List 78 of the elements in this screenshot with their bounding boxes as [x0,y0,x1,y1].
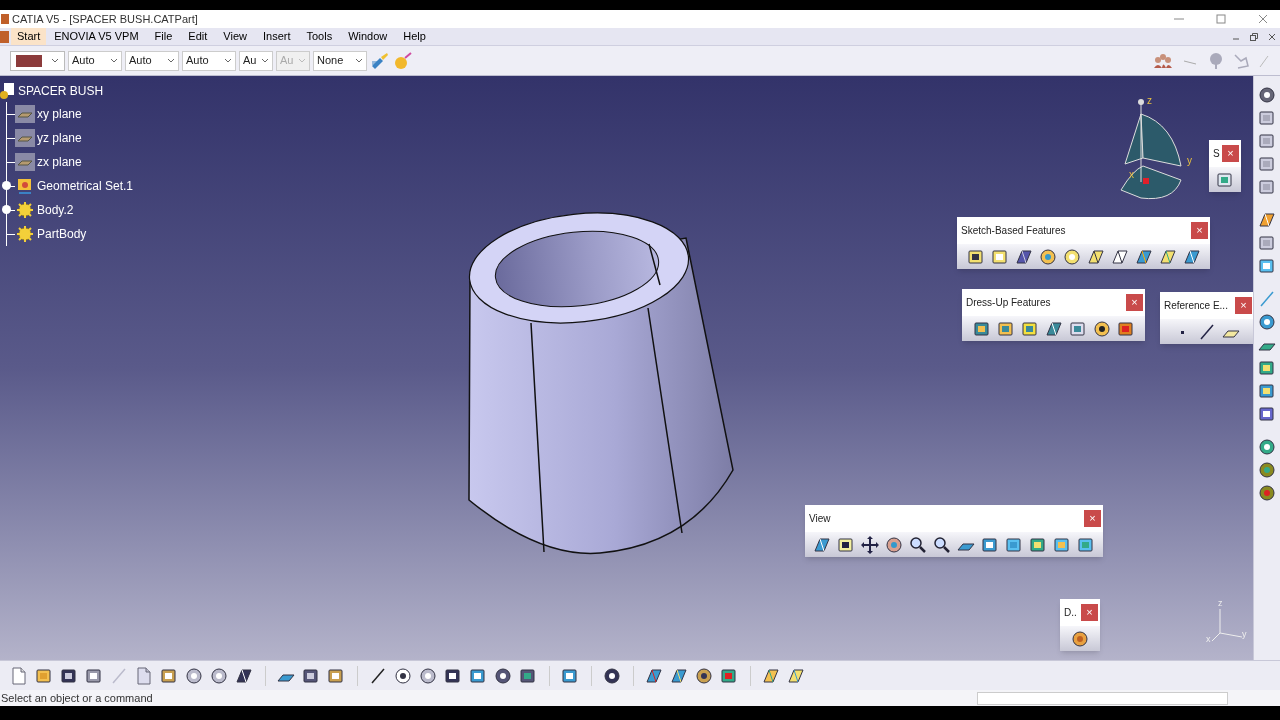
spacer-bush-model-drawing[interactable] [468,212,734,555]
toolbar-title: View [809,512,831,526]
color-dropdown[interactable] [10,50,65,71]
close-button[interactable]: × [1222,145,1239,162]
3d-viewport[interactable]: SPACER BUSH xy plane yz plane zx plane Geometrical Set.1 Body.2 PartBody z y x z y x S × Sketch-Based Features × Dress-Up Features × Reference E... × View × D.. × [0,76,1253,660]
color-swatch [16,54,43,67]
menu-item[interactable]: Window [340,28,396,45]
pan-icon[interactable] [861,535,879,554]
plane-icon [15,129,35,147]
expand-toggle[interactable] [2,205,11,214]
compass-drawing[interactable] [1120,99,1182,200]
toolbar-title: Sketch-Based Features [961,224,1066,238]
toolbar-title: Reference E... [1164,299,1228,313]
tree-node-label[interactable]: Geometrical Set.1 [37,177,134,195]
axis-triad-drawing [1211,608,1243,642]
axis-label: x [1206,635,1211,644]
window-title: CATIA V5 - [SPACER BUSH.CATPart] [12,11,198,27]
gear-icon [15,201,35,219]
dropdown[interactable]: None [313,50,367,71]
menu-item[interactable]: Start [11,28,47,45]
toolbar-title: S [1213,147,1220,161]
menu-item[interactable]: Help [395,28,434,45]
chevron-down-icon [51,58,59,63]
toolbar-title: Dress-Up Features [966,296,1051,310]
axis-label: z [1147,96,1152,106]
close-button[interactable]: × [1235,297,1252,314]
menu-item[interactable]: ENOVIA V5 VPM [46,28,147,45]
dropdown[interactable]: Au [239,50,273,71]
chevron-down-icon [298,58,306,63]
chevron-down-icon [167,58,175,63]
toolbar-title: D.. [1064,606,1077,620]
plane-icon [15,153,35,171]
zoom-in-icon[interactable] [909,535,927,554]
tree-node-label[interactable]: yz plane [37,129,82,147]
menu-item[interactable]: View [215,28,255,45]
close-button[interactable]: × [1081,604,1098,621]
app-logo-icon [1,14,9,24]
plane-icon [15,105,35,123]
gear-icon [15,225,35,243]
chevron-down-icon [261,58,269,63]
tree-node-label[interactable]: xy plane [37,105,82,123]
brush-icon[interactable] [370,51,390,70]
people-icon[interactable] [1152,51,1174,70]
status-message: Select an object or a command [1,690,153,706]
close-button[interactable]: × [1084,510,1101,527]
expand-toggle[interactable] [2,181,11,190]
zoom-out-icon[interactable] [933,535,951,554]
restore-icon[interactable] [1250,32,1258,41]
chevron-down-icon [110,58,118,63]
chevron-down-icon [224,58,232,63]
dropdown: Au [276,50,310,71]
tree-node-label[interactable]: Body.2 [37,201,74,219]
close-button[interactable]: × [1126,294,1143,311]
close-icon[interactable] [1268,32,1276,41]
paint-bucket-icon[interactable] [393,51,413,70]
chevron-down-icon [355,58,363,63]
app-logo-icon [0,30,9,43]
close-button[interactable]: × [1191,222,1208,239]
tree-node-label[interactable]: PartBody [37,225,87,243]
copy-icon[interactable] [135,666,154,685]
part-document-icon [0,82,16,100]
tree-node-label[interactable]: SPACER BUSH [18,82,104,100]
line-icon[interactable] [1198,322,1216,341]
new-document-icon[interactable] [10,666,29,685]
axis-label: z [1218,599,1223,608]
axis-label: y [1242,630,1247,639]
menu-item[interactable]: File [146,28,181,45]
axis-label: y [1187,156,1192,166]
dropdown[interactable]: Auto [68,50,122,71]
tree-node-label[interactable]: zx plane [37,153,82,171]
menu-item[interactable]: Tools [298,28,341,45]
dropdown[interactable]: Auto [125,50,179,71]
dropdown[interactable]: Auto [182,50,236,71]
menu-item[interactable]: Edit [180,28,216,45]
menu-item[interactable]: Insert [254,28,299,45]
close-icon[interactable] [1258,14,1268,24]
command-input-field[interactable] [977,691,1228,705]
axis-label: x [1129,170,1134,180]
